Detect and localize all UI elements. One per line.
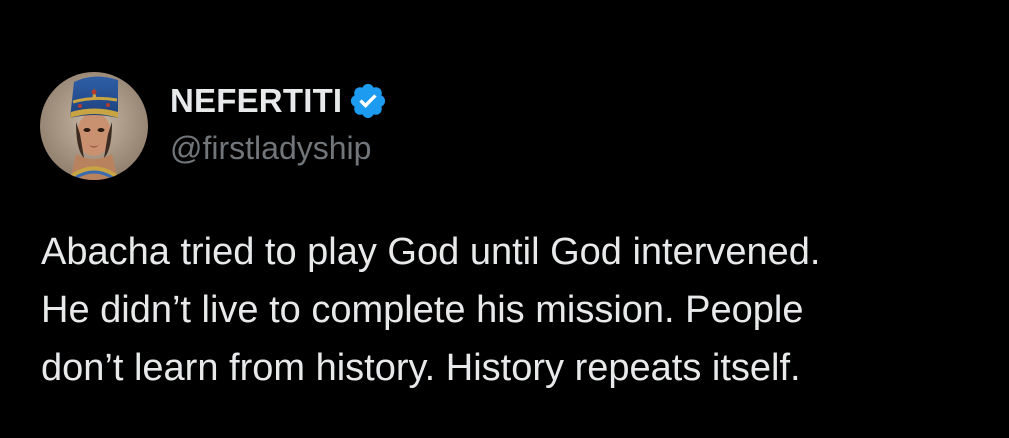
author-info: NEFERTITI @firstladyship bbox=[170, 80, 388, 167]
avatar[interactable] bbox=[40, 72, 148, 180]
tweet-card: NEFERTITI @firstladyship Abacha tried to… bbox=[0, 0, 1009, 438]
nefertiti-bust-avatar-icon bbox=[40, 72, 148, 180]
verified-badge-icon bbox=[348, 81, 388, 121]
tweet-text: Abacha tried to play God until God inter… bbox=[41, 231, 821, 389]
display-name[interactable]: NEFERTITI bbox=[170, 82, 342, 120]
user-handle[interactable]: @firstladyship bbox=[170, 130, 388, 167]
name-row: NEFERTITI bbox=[170, 80, 388, 122]
